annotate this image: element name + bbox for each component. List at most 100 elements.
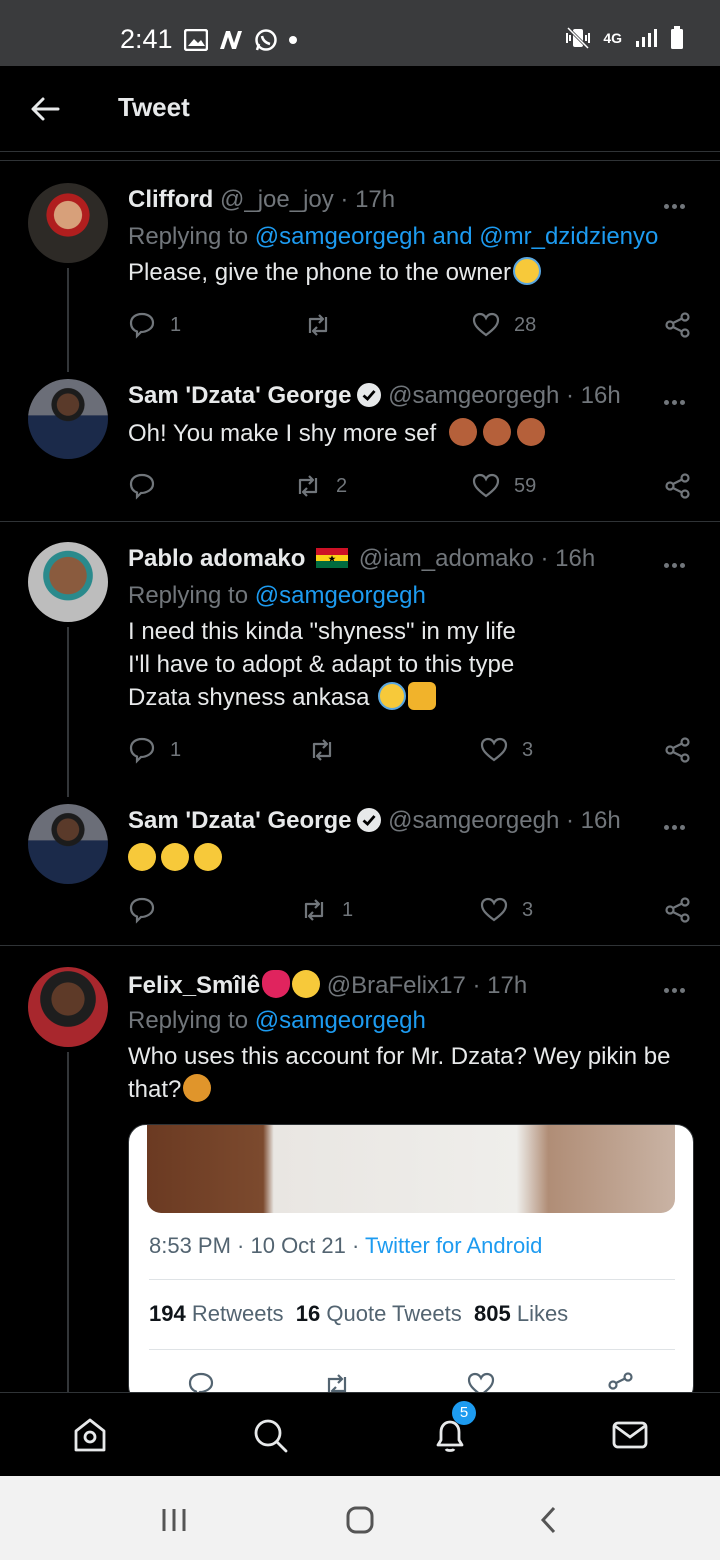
system-back-icon[interactable]	[534, 1504, 566, 1536]
retweet-count: 2	[336, 474, 348, 497]
divider	[149, 1279, 675, 1280]
share-button[interactable]	[664, 470, 692, 502]
retweet-icon	[298, 475, 318, 497]
retweet-button[interactable]: 2	[294, 470, 347, 502]
more-options-icon[interactable]	[664, 817, 690, 830]
tweet-text-content: Please, give the phone to the owner	[128, 259, 511, 286]
reply-button[interactable]	[128, 470, 170, 502]
tweet-author-line: Clifford @_joe_joy · 17h	[128, 186, 395, 214]
avatar[interactable]	[28, 542, 108, 622]
verified-badge-icon	[356, 808, 381, 832]
author-name[interactable]: Felix_Smîlê	[128, 972, 260, 999]
tweet-text-line: I need this kinda "shyness" in my life	[128, 618, 516, 645]
like-button[interactable]: 28	[472, 309, 536, 341]
author-name[interactable]: Pablo adomako	[128, 545, 305, 572]
share-button[interactable]	[664, 309, 692, 341]
embedded-retweets-count: 194	[149, 1301, 186, 1326]
author-handle[interactable]: @iam_adomako	[359, 545, 534, 572]
retweet-button[interactable]	[304, 309, 346, 341]
see-no-evil-monkey-emoji-icon	[482, 418, 511, 446]
tweet-text-content: Oh! You make I shy more sef	[128, 420, 437, 447]
share-button[interactable]	[664, 734, 692, 766]
replying-to: Replying to @samgeorgegh and @mr_dzidzie…	[128, 223, 658, 251]
heart-icon	[480, 737, 508, 762]
author-name[interactable]: Clifford	[128, 186, 213, 213]
author-name[interactable]: Sam 'Dzata' George	[128, 382, 352, 409]
gallery-icon	[184, 29, 208, 51]
verified-badge-icon	[356, 383, 381, 407]
zany-face-emoji-icon	[161, 843, 189, 871]
thread-line	[67, 1052, 69, 1392]
status-system-icons: 4G	[565, 26, 684, 50]
home-icon[interactable]	[70, 1415, 110, 1455]
more-options-icon[interactable]	[664, 980, 690, 993]
tweet-text	[128, 842, 688, 875]
tweet-author-line: Pablo adomako @iam_adomako · 16h	[128, 545, 595, 573]
retweet-button[interactable]	[308, 734, 350, 766]
tweet-actions: 1 3	[128, 734, 694, 766]
author-handle[interactable]: @samgeorgegh	[388, 382, 559, 409]
tweet-author-line: Felix_Smîlê @BraFelix17 · 17h	[128, 970, 527, 1000]
tweet-actions: 2 59	[128, 470, 694, 502]
home-button-icon[interactable]	[344, 1504, 376, 1536]
replying-to-mentions[interactable]: @samgeorgegh and @mr_dzidzienyo	[255, 223, 659, 250]
more-options-icon[interactable]	[664, 392, 690, 405]
replying-to: Replying to @samgeorgegh	[128, 1007, 426, 1035]
more-options-icon[interactable]	[664, 555, 690, 568]
n-app-icon	[220, 31, 242, 49]
back-arrow-icon[interactable]	[28, 92, 62, 126]
divider	[0, 521, 720, 522]
reply-count: 1	[170, 313, 182, 336]
status-time: 2:41	[120, 24, 173, 54]
retweet-button[interactable]: 1	[300, 894, 353, 926]
share-icon	[665, 737, 690, 763]
like-button[interactable]: 3	[480, 734, 533, 766]
avatar[interactable]	[28, 804, 108, 884]
messages-mail-icon[interactable]	[610, 1415, 650, 1455]
signal-icon	[636, 29, 657, 47]
like-button[interactable]: 59	[472, 470, 536, 502]
lion-emoji-icon	[183, 1074, 212, 1102]
more-options-icon[interactable]	[664, 196, 690, 209]
tweet-media-image[interactable]: 8:53 PM · 10 Oct 21 · Twitter for Androi…	[128, 1124, 694, 1404]
tweet-text: Who uses this account for Mr. Dzata? Wey…	[128, 1040, 688, 1106]
like-button[interactable]: 3	[480, 894, 533, 926]
tweet-actions: 1 3	[128, 894, 694, 926]
author-handle[interactable]: @samgeorgegh	[388, 807, 559, 834]
retweet-icon	[312, 739, 332, 761]
battery-icon	[671, 26, 683, 49]
replying-to-label: Replying to	[128, 223, 249, 250]
tweet-time: · 17h	[472, 972, 528, 999]
notifications-badge: 5	[452, 1401, 476, 1425]
embedded-quotes-count: 16	[295, 1301, 321, 1326]
replying-to-mentions[interactable]: @samgeorgegh	[255, 582, 426, 609]
avatar[interactable]	[28, 967, 108, 1047]
replying-to-mentions[interactable]: @samgeorgegh	[255, 1007, 426, 1034]
status-bar: 2:41 4G	[0, 0, 720, 66]
status-notification-icons	[184, 28, 298, 52]
tweet-time: · 16h	[540, 545, 596, 572]
divider	[0, 945, 720, 946]
avatar[interactable]	[28, 183, 108, 263]
recent-apps-icon[interactable]	[158, 1504, 190, 1536]
tweet-time: · 16h	[565, 382, 621, 409]
search-icon[interactable]	[250, 1415, 290, 1455]
zany-face-emoji-icon	[194, 843, 222, 871]
tweet-time: · 17h	[340, 186, 396, 213]
reply-icon	[129, 737, 155, 764]
heart-icon	[480, 897, 508, 922]
embedded-tweet-meta: 8:53 PM · 10 Oct 21 · Twitter for Androi…	[149, 1233, 542, 1259]
avatar[interactable]	[28, 379, 108, 459]
reply-button[interactable]: 1	[128, 734, 181, 766]
whatsapp-icon	[255, 29, 277, 51]
tweet-text: Please, give the phone to the owner	[128, 256, 688, 289]
author-handle[interactable]: @BraFelix17	[327, 972, 466, 999]
top-app-bar: Tweet	[0, 66, 720, 152]
author-handle[interactable]: @_joe_joy	[220, 186, 334, 213]
author-name[interactable]: Sam 'Dzata' George	[128, 807, 352, 834]
heart-emoji-icon	[262, 970, 291, 998]
reply-icon	[129, 897, 155, 924]
share-button[interactable]	[664, 894, 692, 926]
reply-button[interactable]: 1	[128, 309, 181, 341]
reply-button[interactable]	[128, 894, 170, 926]
